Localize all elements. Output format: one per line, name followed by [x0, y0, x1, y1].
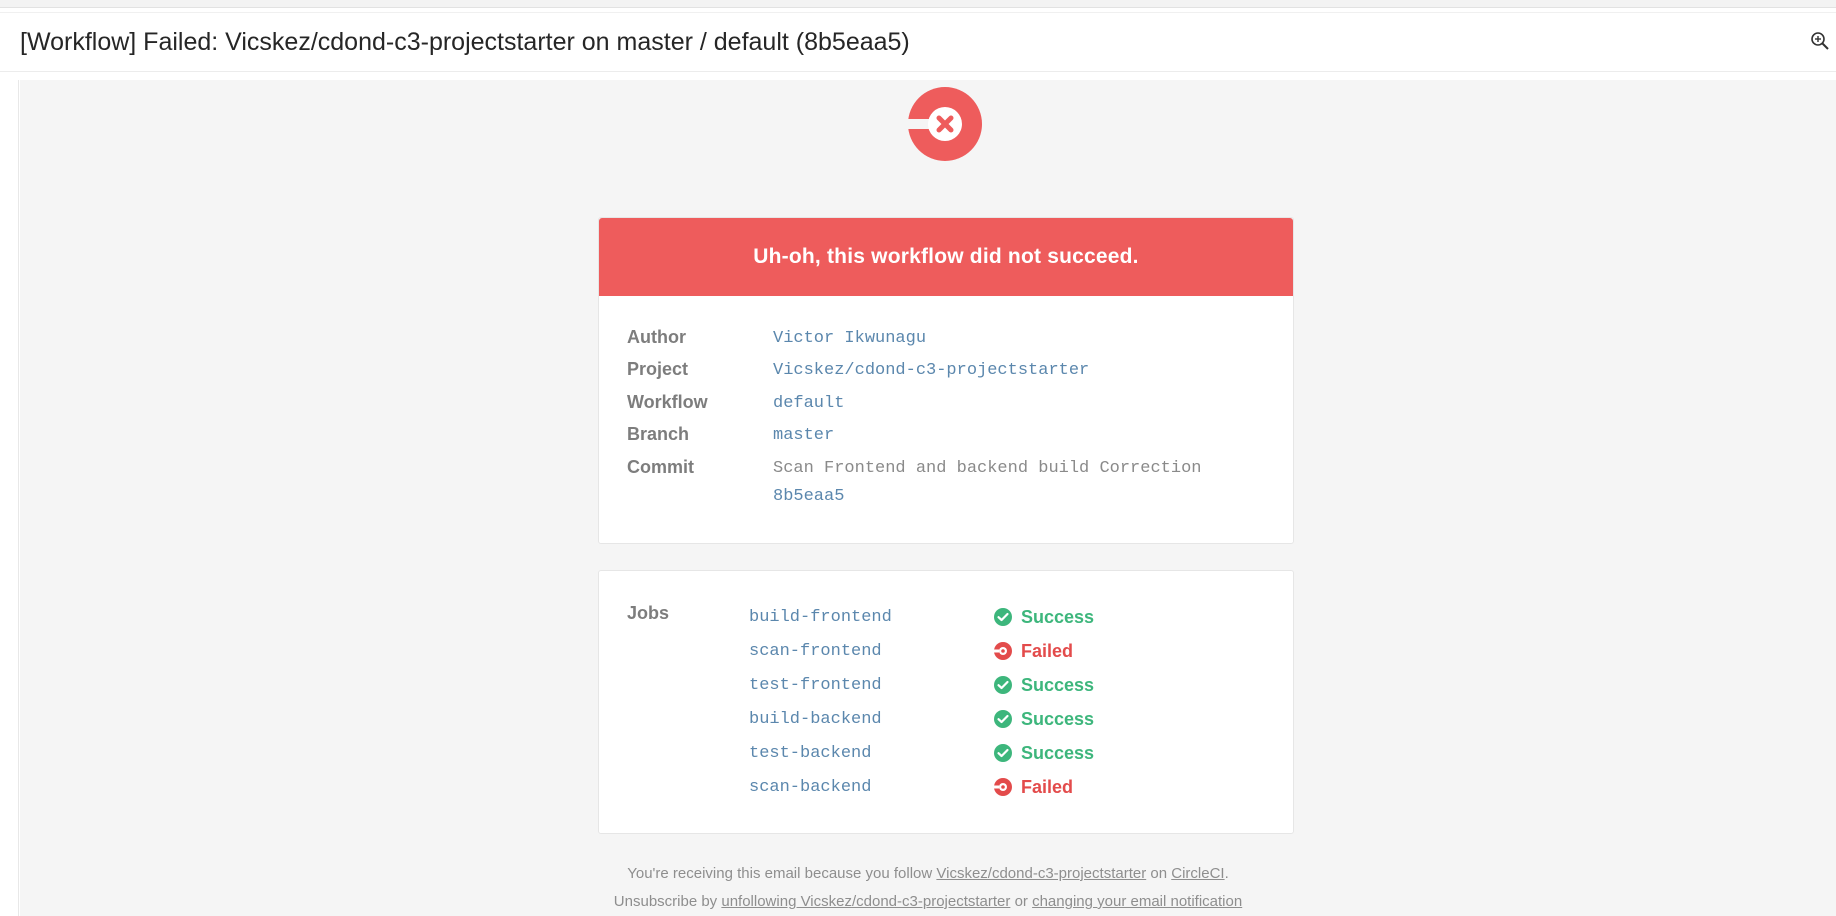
job-row: build-backend Success	[599, 706, 1293, 736]
reading-pane-gutter	[5, 80, 19, 916]
top-toolbar-strip	[0, 0, 1836, 8]
job-row: test-backend Success	[599, 740, 1293, 770]
commit-message: Scan Frontend and backend build Correcti…	[773, 459, 1202, 478]
email-subject-title: [Workflow] Failed: Vicskez/cdond-c3-proj…	[20, 28, 910, 56]
success-check-icon	[994, 608, 1012, 626]
branch-link[interactable]: master	[773, 426, 834, 445]
job-name-link[interactable]: build-backend	[749, 710, 882, 729]
failure-banner: Uh-oh, this workflow did not succeed.	[599, 218, 1293, 296]
project-label: Project	[627, 359, 689, 379]
failed-x-icon	[993, 778, 1012, 796]
footer-unsubscribe-text: Unsubscribe by	[613, 893, 718, 910]
footer-project-link[interactable]: Vicskez/cdond-c3-projectstarter	[936, 865, 1146, 882]
footer-circleci-link[interactable]: CircleCI	[1171, 865, 1224, 882]
success-check-icon	[994, 744, 1012, 762]
job-name-link[interactable]: scan-frontend	[749, 642, 882, 661]
job-row: build-frontend Success	[599, 604, 1293, 634]
job-status: Failed	[1021, 777, 1074, 797]
job-row: scan-backend Failed	[599, 774, 1293, 804]
job-name-link[interactable]: scan-backend	[749, 778, 871, 797]
job-name-link[interactable]: test-backend	[749, 744, 871, 763]
jobs-card: Jobs build-frontend Success scan-fronten…	[598, 570, 1294, 834]
footer-period: .	[1224, 865, 1229, 882]
job-status: Success	[1021, 675, 1095, 695]
footer-follow-text: You're receiving this email because you …	[627, 865, 933, 882]
success-check-icon	[994, 710, 1012, 728]
zoom-in-icon[interactable]	[1810, 31, 1830, 51]
footer-line-2: Unsubscribe by unfollowing Vicskez/cdond…	[20, 893, 1836, 910]
project-link[interactable]: Vicskez/cdond-c3-projectstarter	[773, 361, 1089, 380]
email-subject-bar: [Workflow] Failed: Vicskez/cdond-c3-proj…	[0, 12, 1836, 72]
footer-on-text: on	[1150, 865, 1168, 882]
job-row: test-frontend Success	[599, 672, 1293, 702]
job-row: scan-frontend Failed	[599, 638, 1293, 668]
job-status: Failed	[1021, 641, 1074, 661]
job-status: Success	[1021, 709, 1095, 729]
author-value[interactable]: Victor Ikwunagu	[773, 329, 926, 348]
author-label: Author	[627, 327, 686, 347]
job-name-link[interactable]: test-frontend	[749, 676, 882, 695]
branch-label: Branch	[627, 424, 690, 444]
success-check-icon	[994, 676, 1012, 694]
job-name-link[interactable]: build-frontend	[749, 608, 892, 627]
footer-notification-settings-link[interactable]: changing your email notification	[1032, 893, 1242, 910]
workflow-label: Workflow	[627, 392, 708, 412]
workflow-details-card: Uh-oh, this workflow did not succeed. Au…	[598, 217, 1294, 544]
workflow-link[interactable]: default	[773, 394, 844, 413]
footer-line-1: You're receiving this email because you …	[20, 865, 1836, 882]
footer-or-text: or	[1014, 893, 1028, 910]
job-status: Success	[1021, 607, 1095, 627]
footer-unfollow-link[interactable]: unfollowing Vicskez/cdond-c3-projectstar…	[721, 893, 1010, 910]
failed-x-icon	[993, 642, 1012, 660]
commit-hash-link[interactable]: 8b5eaa5	[773, 487, 844, 506]
commit-label: Commit	[627, 457, 694, 477]
job-status: Success	[1021, 743, 1095, 763]
email-body: Uh-oh, this workflow did not succeed. Au…	[20, 80, 1836, 916]
circleci-failed-logo-icon	[907, 87, 982, 161]
